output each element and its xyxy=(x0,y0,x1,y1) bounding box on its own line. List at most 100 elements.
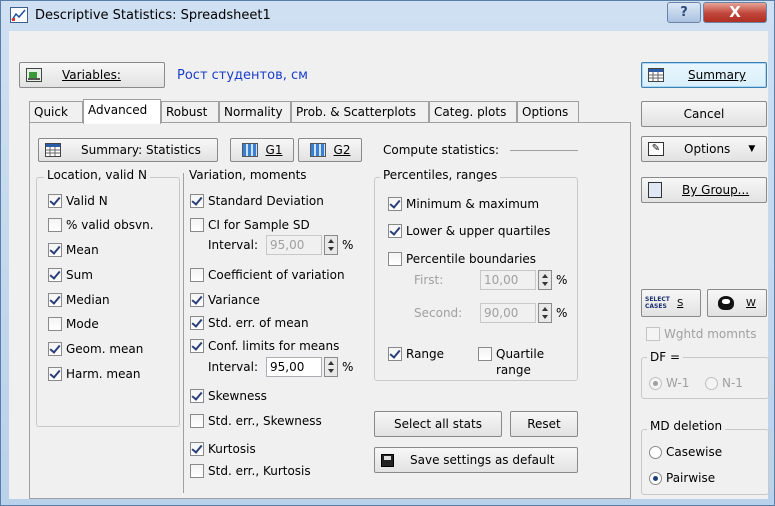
checkbox[interactable] xyxy=(478,347,492,361)
checkbox[interactable] xyxy=(48,194,62,208)
second-percentile-spinner[interactable] xyxy=(538,303,552,323)
ci-sd-interval-spinner[interactable] xyxy=(324,235,338,255)
summary-table-icon xyxy=(45,143,61,157)
weighted-moments-option[interactable]: Wghtd momnts xyxy=(646,327,757,341)
by-group-button[interactable]: By Group... xyxy=(641,177,767,203)
tab-normality[interactable]: Normality xyxy=(219,101,291,123)
geom-mean-option[interactable]: Geom. mean xyxy=(48,342,143,356)
mode-option[interactable]: Mode xyxy=(48,317,99,331)
g1-button[interactable]: G1 xyxy=(230,138,294,162)
se-skewness-option[interactable]: Std. err., Skewness xyxy=(190,414,322,428)
tab-categ-plots[interactable]: Categ. plots xyxy=(429,101,517,123)
title-bar[interactable]: Descriptive Statistics: Spreadsheet1 ? X xyxy=(1,1,774,31)
kurtosis-option[interactable]: Kurtosis xyxy=(190,442,256,456)
valid-n-option[interactable]: Valid N xyxy=(48,194,108,208)
dialog-window: Descriptive Statistics: Spreadsheet1 ? X… xyxy=(0,0,775,506)
checkbox[interactable] xyxy=(190,464,204,478)
second-percentile-input[interactable]: 90,00 xyxy=(480,303,536,323)
mean-option[interactable]: Mean xyxy=(48,243,99,257)
first-percentile-spinner[interactable] xyxy=(538,270,552,290)
n1-label: N-1 xyxy=(722,376,743,390)
first-percentile-input[interactable]: 10,00 xyxy=(480,270,536,290)
s-label: S xyxy=(677,297,684,309)
pairwise-option[interactable]: Pairwise xyxy=(649,471,715,485)
location-group-title: Location, valid N xyxy=(44,168,150,182)
select-all-stats-button[interactable]: Select all stats xyxy=(374,411,502,437)
summary-statistics-button[interactable]: Summary: Statistics xyxy=(38,138,218,162)
ci-sd-label: CI for Sample SD xyxy=(208,218,310,232)
tab-prob-scatterplots[interactable]: Prob. & Scatterplots xyxy=(291,101,429,123)
checkbox[interactable] xyxy=(190,442,204,456)
tab-robust[interactable]: Robust xyxy=(161,101,219,123)
checkbox[interactable] xyxy=(48,317,62,331)
sum-label: Sum xyxy=(66,268,93,282)
checkbox[interactable] xyxy=(48,342,62,356)
tab-advanced[interactable]: Advanced xyxy=(83,99,161,124)
help-button[interactable]: ? xyxy=(667,2,701,23)
radio[interactable] xyxy=(649,376,662,390)
radio[interactable] xyxy=(649,445,662,459)
df-w1-option[interactable]: W-1 xyxy=(649,376,689,390)
se-mean-option[interactable]: Std. err. of mean xyxy=(190,316,309,330)
checkbox[interactable] xyxy=(48,218,62,232)
std-dev-label: Standard Deviation xyxy=(208,194,324,208)
se-kurtosis-option[interactable]: Std. err., Kurtosis xyxy=(190,464,311,478)
casewise-option[interactable]: Casewise xyxy=(649,445,722,459)
percent-sign: % xyxy=(342,238,354,252)
radio[interactable] xyxy=(705,376,718,390)
std-dev-option[interactable]: Standard Deviation xyxy=(190,194,324,208)
checkbox[interactable] xyxy=(48,268,62,282)
options-button[interactable]: ✎ Options ▼ xyxy=(641,136,767,162)
min-max-option[interactable]: Minimum & maximum xyxy=(388,197,539,211)
divider xyxy=(183,173,184,493)
checkbox[interactable] xyxy=(190,316,204,330)
checkbox[interactable] xyxy=(190,218,204,232)
checkbox[interactable] xyxy=(190,389,204,403)
checkbox[interactable] xyxy=(190,414,204,428)
median-option[interactable]: Median xyxy=(48,293,110,307)
select-cases-button[interactable]: SELECT CASES S xyxy=(641,289,701,317)
ci-sd-interval-input[interactable]: 95,00 xyxy=(266,235,322,255)
summary-button[interactable]: Summary xyxy=(641,62,767,88)
df-n1-option[interactable]: N-1 xyxy=(705,376,743,390)
conf-interval-spinner[interactable] xyxy=(324,357,338,377)
checkbox[interactable] xyxy=(646,327,660,341)
percentile-boundaries-option[interactable]: Percentile boundaries xyxy=(388,252,536,266)
checkbox[interactable] xyxy=(388,224,402,238)
checkbox[interactable] xyxy=(48,367,62,381)
quartile-range-label-line1: Quartile xyxy=(496,347,545,361)
conf-interval-input[interactable]: 95,00 xyxy=(266,357,322,377)
skewness-option[interactable]: Skewness xyxy=(190,389,267,403)
harm-mean-option[interactable]: Harm. mean xyxy=(48,367,140,381)
radio[interactable] xyxy=(649,471,662,485)
checkbox[interactable] xyxy=(388,252,402,266)
checkbox[interactable] xyxy=(48,293,62,307)
conf-limits-option[interactable]: Conf. limits for means xyxy=(190,339,339,353)
percentiles-group-title: Percentiles, ranges xyxy=(380,168,501,182)
percent-valid-option[interactable]: % valid obsvn. xyxy=(48,218,154,232)
close-button[interactable]: X xyxy=(703,2,767,23)
checkbox[interactable] xyxy=(388,197,402,211)
sum-option[interactable]: Sum xyxy=(48,268,93,282)
cancel-button[interactable]: Cancel xyxy=(641,101,767,127)
ci-sd-option[interactable]: CI for Sample SD xyxy=(190,218,310,232)
quartiles-option[interactable]: Lower & upper quartiles xyxy=(388,224,550,238)
checkbox[interactable] xyxy=(48,243,62,257)
checkbox[interactable] xyxy=(190,194,204,208)
g2-button[interactable]: G2 xyxy=(298,138,362,162)
range-option[interactable]: Range xyxy=(388,347,444,361)
checkbox[interactable] xyxy=(190,339,204,353)
checkbox[interactable] xyxy=(190,268,204,282)
tab-options[interactable]: Options xyxy=(517,101,579,123)
variance-option[interactable]: Variance xyxy=(190,293,260,307)
reset-button[interactable]: Reset xyxy=(510,411,578,437)
checkbox[interactable] xyxy=(190,293,204,307)
save-default-button[interactable]: Save settings as default xyxy=(374,447,578,473)
variables-button[interactable]: Variables: xyxy=(19,62,165,88)
weight-button[interactable]: W xyxy=(707,289,767,317)
coef-var-option[interactable]: Coefficient of variation xyxy=(190,268,345,282)
dialog-client: Variables: Рост студентов, см Quick Adva… xyxy=(9,31,769,499)
tab-quick[interactable]: Quick xyxy=(29,101,83,123)
quartile-range-option[interactable]: Quartile range xyxy=(478,347,544,378)
checkbox[interactable] xyxy=(388,347,402,361)
